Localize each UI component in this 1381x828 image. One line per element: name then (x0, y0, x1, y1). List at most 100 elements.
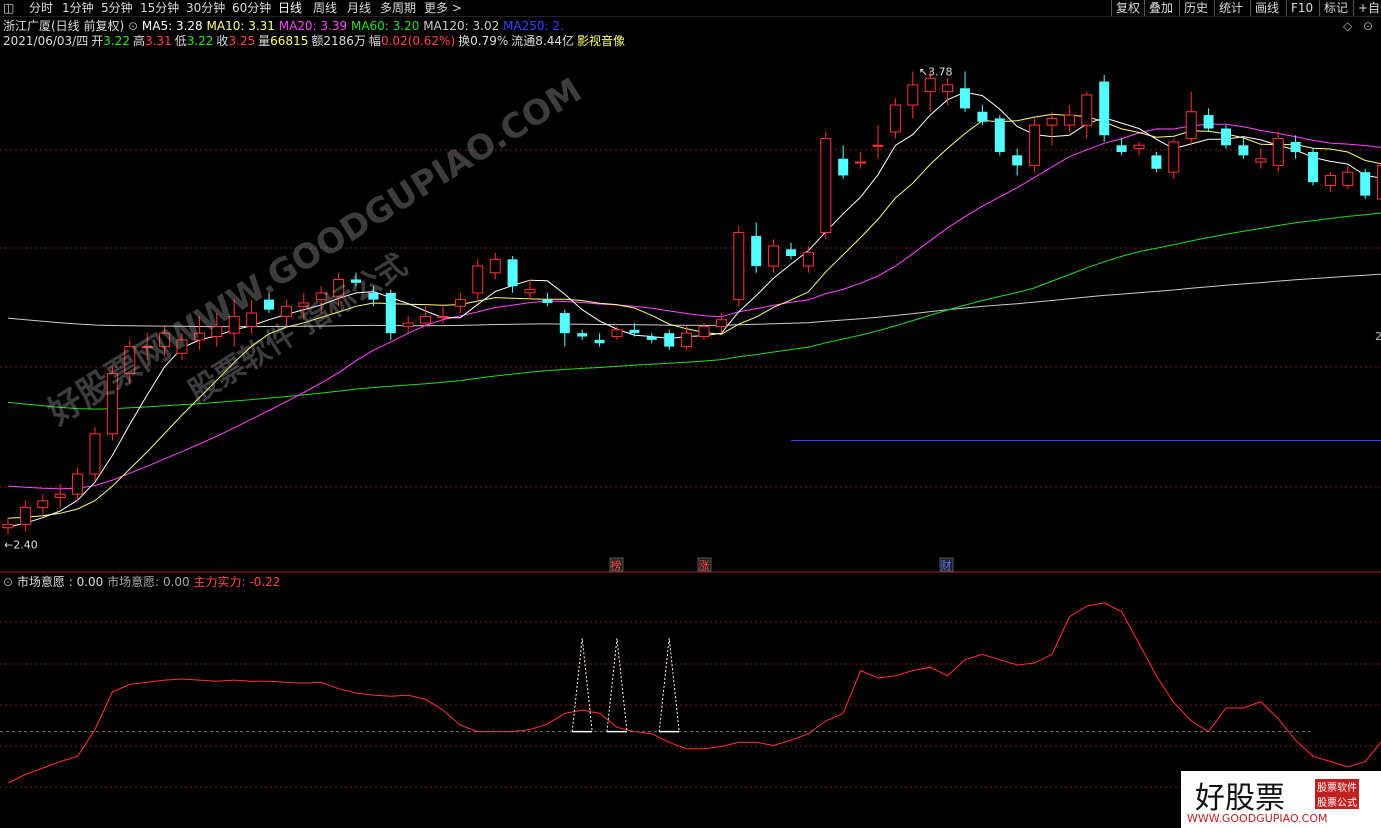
candle-body (1133, 144, 1145, 150)
f10-button[interactable]: F10 (1286, 0, 1317, 16)
period-tab-5min[interactable]: 5分钟 (101, 0, 133, 16)
period-tab-daily[interactable]: 日线 (278, 0, 302, 16)
logo-main-text: 好股票 (1195, 781, 1285, 816)
fuquan-button[interactable]: 复权 (1111, 0, 1144, 16)
candle-2 (37, 494, 49, 515)
candle-body (1029, 124, 1041, 166)
quote-field-13: 幅 (368, 34, 381, 48)
indicator-spike-1 (606, 638, 628, 732)
candle-77 (1342, 165, 1354, 189)
candle-33 (577, 329, 588, 340)
logo-tag-formula: 股票公式 (1315, 794, 1359, 809)
add-watchlist-button[interactable]: +自选 (1353, 0, 1381, 16)
candle-body (977, 111, 988, 122)
candle-body (820, 138, 832, 234)
candle-body (19, 507, 31, 525)
stats-button[interactable]: 统计 (1214, 0, 1247, 16)
period-tab-more[interactable]: 更多 > (424, 0, 462, 16)
candle-body (507, 259, 518, 287)
high-price-label: ↖3.78 (919, 65, 953, 78)
period-tab-15min[interactable]: 15分钟 (140, 0, 179, 16)
candle-29 (507, 256, 518, 293)
history-button[interactable]: 历史 (1179, 0, 1212, 16)
sub-collapse-icon[interactable]: ⊙ (3, 575, 13, 589)
candle-body (733, 232, 745, 301)
sub-info-line: ⊙ 市场意愿 : 0.00 市场意愿: 0.00 主力实力: -0.22 (3, 575, 280, 589)
period-tab-60min[interactable]: 60分钟 (232, 0, 271, 16)
period-tab-multi[interactable]: 多周期 (380, 0, 416, 16)
candle-body (994, 118, 1005, 152)
candle-body (1099, 81, 1110, 136)
main-info-line: 浙江广厦(日线 前复权) ⊙ MA5: 3.28 MA10: 3.31 MA20… (3, 19, 564, 33)
draw-line-button[interactable]: 画线 (1250, 0, 1283, 16)
period-tab-monthly[interactable]: 月线 (347, 0, 371, 16)
candle-body (924, 77, 936, 93)
candle-30 (524, 279, 536, 300)
indicator-spike-2 (658, 638, 680, 732)
candle-61 (1063, 105, 1075, 132)
candle-body (1168, 141, 1180, 173)
diamond-icon[interactable]: ◇ (1343, 19, 1352, 33)
stock-title[interactable]: 浙江广厦(日线 前复权) (3, 19, 124, 33)
logo-box: 好股票 股票软件 股票公式 WWW.GOODGUPIAO.COM (1181, 771, 1381, 828)
candle-body (559, 313, 570, 334)
candle-69 (1203, 108, 1214, 132)
quote-field-3: 高 (132, 34, 145, 48)
ma-value-5: MA250: 2. (499, 19, 564, 33)
candle-body (420, 315, 432, 324)
candle-45 (786, 242, 796, 260)
kline-chart[interactable]: ↖3.78←2.402榜涨财好股票网WWW.GOODGUPIAO.COM股票软件… (0, 0, 1381, 828)
window-icon[interactable]: ◫ (3, 0, 14, 16)
period-tab-1min[interactable]: 1分钟 (62, 0, 94, 16)
candle-63 (1099, 74, 1110, 142)
candle-body (1238, 145, 1249, 156)
candle-body (454, 299, 466, 307)
indicator-values: 市场意愿 : 0.00 市场意愿: 0.00 主力实力: -0.22 (17, 575, 281, 589)
quote-line: 2021/06/03/四 开3.22 高3.31 低3.22 收3.25 量66815 额2… (3, 34, 628, 48)
logo-url: WWW.GOODGUPIAO.COM (1187, 812, 1328, 825)
candle-78 (1360, 168, 1371, 199)
period-tab-fenshi[interactable]: 分时 (29, 0, 53, 16)
candle-65 (1133, 141, 1145, 156)
period-tab-30min[interactable]: 30分钟 (186, 0, 225, 16)
candle-body (472, 265, 484, 294)
candle-body (942, 84, 954, 93)
quote-field-5: 低 (174, 34, 187, 48)
quote-field-16: 流通8.44亿 (511, 34, 574, 48)
event-marker-2: 财 (941, 558, 952, 572)
quote-field-15: 换0.79% (458, 34, 509, 48)
candle-34 (594, 333, 605, 347)
candle-23 (402, 316, 414, 334)
candle-42 (733, 225, 745, 307)
candle-body (751, 235, 762, 267)
candle-58 (1012, 148, 1023, 176)
quote-field-6: 3.22 (186, 34, 214, 48)
candle-body (629, 329, 640, 334)
candle-body (542, 299, 553, 303)
mark-button[interactable]: 标记 (1319, 0, 1352, 16)
candle-body (611, 329, 623, 338)
quote-field-10: 66815 (270, 34, 309, 48)
candle-body (802, 252, 814, 267)
quote-field-17: 影视音像 (577, 34, 626, 48)
ma-value-2: MA20: 3.39 (274, 19, 348, 33)
candle-43 (751, 222, 762, 273)
quote-field-14: 0.02(0.62%) (380, 34, 456, 48)
ma-value-3: MA60: 3.20 (347, 19, 420, 33)
collapse-icon[interactable]: ⊙ (128, 19, 138, 33)
candle-body (2, 523, 14, 529)
ma-value-4: MA120: 3.02 (419, 19, 500, 33)
candle-75 (1308, 148, 1318, 186)
candle-body (1012, 155, 1023, 166)
candle-body (646, 336, 657, 340)
candle-body (489, 258, 501, 274)
quote-field-2: 3.22 (103, 34, 130, 48)
period-tab-weekly[interactable]: 周线 (313, 0, 337, 16)
settings-icon[interactable]: ⊙ (1363, 19, 1373, 33)
candle-body (385, 292, 396, 334)
candle-70 (1221, 125, 1231, 149)
candle-46 (802, 245, 814, 273)
candle-31 (542, 292, 553, 307)
candle-47 (820, 131, 832, 240)
overlay-button[interactable]: 叠加 (1144, 0, 1177, 16)
